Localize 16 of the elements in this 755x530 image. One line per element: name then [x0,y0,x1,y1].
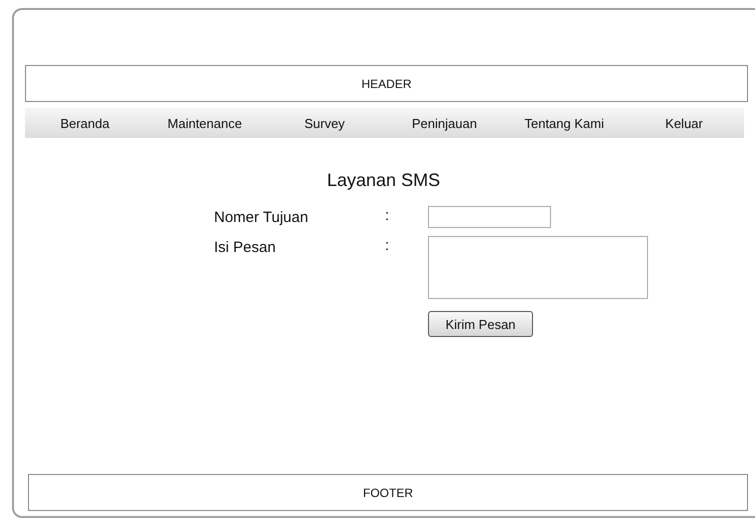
field-label: Nomer Tujuan [214,208,310,228]
input-field[interactable] [428,206,551,228]
colon: : [385,236,390,256]
nav-link[interactable]: Beranda [60,114,110,132]
footer-label: FOOTER [363,486,413,500]
nav-link[interactable]: Peninjauan [412,114,477,132]
header-label: HEADER [361,76,412,90]
nav-link[interactable]: Keluar [665,114,703,132]
send-button[interactable]: Kirim Pesan [428,311,533,337]
nav-link[interactable]: Survey [304,114,345,132]
nav-link[interactable]: Maintenance [168,114,242,132]
message-field[interactable] [428,236,648,299]
page-title: Layanan SMS [327,169,442,192]
field-label: Isi Pesan [214,238,277,258]
colon: : [385,206,390,226]
nav-link[interactable]: Tentang Kami [524,114,604,132]
